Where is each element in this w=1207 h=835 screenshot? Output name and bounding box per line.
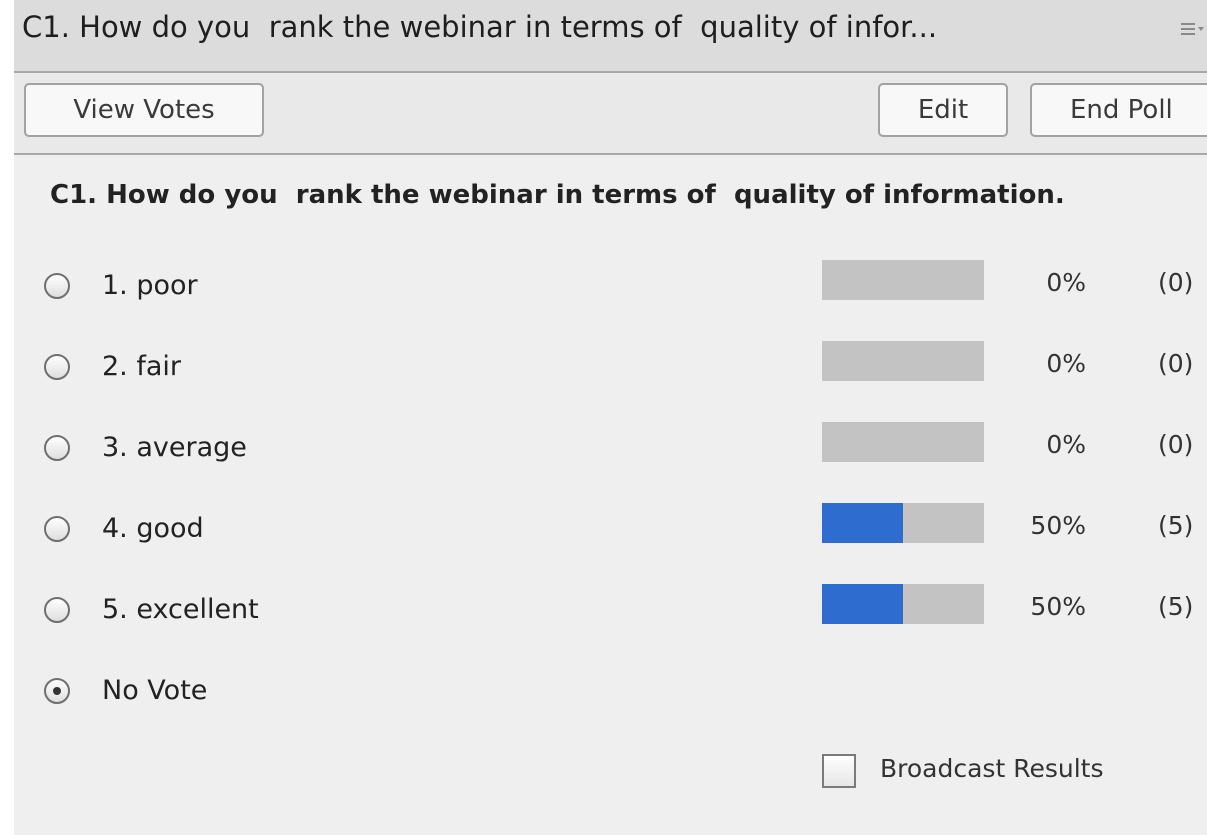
result-percent: 50% xyxy=(1030,511,1086,540)
answer-row-fair[interactable]: 2. fair 0% (0) xyxy=(14,341,1207,395)
answer-row-average[interactable]: 3. average 0% (0) xyxy=(14,422,1207,476)
answer-radio[interactable] xyxy=(44,273,70,299)
result-bar-fill xyxy=(822,503,903,543)
view-votes-button[interactable]: View Votes xyxy=(24,83,264,137)
poll-pod: C1. How do you rank the webinar in terms… xyxy=(14,0,1207,835)
result-percent: 0% xyxy=(1046,349,1086,378)
answer-radio[interactable] xyxy=(44,597,70,623)
broadcast-results-checkbox[interactable] xyxy=(822,754,856,788)
result-percent: 0% xyxy=(1046,430,1086,459)
result-count: (0) xyxy=(1158,430,1194,459)
answer-radio[interactable] xyxy=(44,354,70,380)
result-bar-fill xyxy=(822,584,903,624)
result-percent: 50% xyxy=(1030,592,1086,621)
answer-radio[interactable] xyxy=(44,516,70,542)
answer-row-good[interactable]: 4. good 50% (5) xyxy=(14,503,1207,557)
no-vote-label: No Vote xyxy=(102,675,208,706)
result-bar xyxy=(822,503,984,543)
hamburger-menu-icon[interactable] xyxy=(1179,14,1205,44)
answer-row-excellent[interactable]: 5. excellent 50% (5) xyxy=(14,584,1207,638)
answer-radio[interactable] xyxy=(44,435,70,461)
answer-label: 1. poor xyxy=(102,270,198,301)
result-count: (5) xyxy=(1158,511,1194,540)
result-bar xyxy=(822,584,984,624)
no-vote-radio[interactable] xyxy=(44,678,70,704)
pod-title-bar: C1. How do you rank the webinar in terms… xyxy=(14,0,1207,73)
radio-selected-dot xyxy=(53,687,61,695)
result-count: (5) xyxy=(1158,592,1194,621)
broadcast-results-label: Broadcast Results xyxy=(880,754,1104,783)
pod-title: C1. How do you rank the webinar in terms… xyxy=(22,10,938,44)
answer-row-poor[interactable]: 1. poor 0% (0) xyxy=(14,260,1207,314)
result-count: (0) xyxy=(1158,349,1194,378)
result-percent: 0% xyxy=(1046,268,1086,297)
answer-row-no-vote[interactable]: No Vote xyxy=(14,669,1207,719)
result-bar xyxy=(822,260,984,300)
poll-toolbar: View Votes Edit End Poll xyxy=(14,73,1207,155)
poll-question: C1. How do you rank the webinar in terms… xyxy=(50,180,1065,210)
answer-label: 5. excellent xyxy=(102,594,259,625)
result-bar xyxy=(822,341,984,381)
result-bar xyxy=(822,422,984,462)
answer-label: 3. average xyxy=(102,432,247,463)
end-poll-button[interactable]: End Poll xyxy=(1030,83,1207,137)
broadcast-results-option[interactable]: Broadcast Results xyxy=(822,752,1202,792)
answer-label: 2. fair xyxy=(102,351,181,382)
answer-label: 4. good xyxy=(102,513,204,544)
edit-button[interactable]: Edit xyxy=(878,83,1008,137)
result-count: (0) xyxy=(1158,268,1194,297)
